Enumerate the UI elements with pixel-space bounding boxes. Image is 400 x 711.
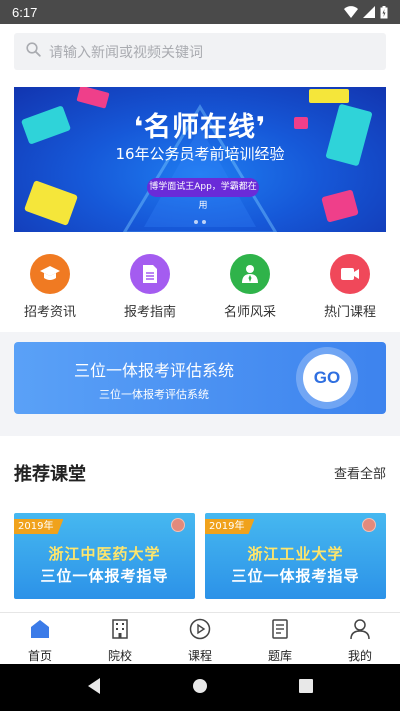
battery-icon bbox=[380, 5, 388, 19]
search-bar-container: 请输入新闻或视频关键词 bbox=[0, 24, 400, 82]
recents-icon[interactable] bbox=[298, 678, 314, 698]
carousel-dot bbox=[202, 220, 206, 224]
quick-item-exam-news[interactable]: 招考资讯 bbox=[0, 232, 100, 332]
profile-icon bbox=[349, 618, 371, 644]
system-nav-bar bbox=[0, 664, 400, 711]
quick-item-guide[interactable]: 报考指南 bbox=[100, 232, 200, 332]
course-school: 浙江中医药大学 bbox=[48, 545, 161, 563]
section-title: 推荐课堂 bbox=[14, 464, 86, 485]
quick-item-label: 热门课程 bbox=[323, 305, 376, 320]
promo-subtitle: 三位一体报考评估系统 bbox=[99, 388, 209, 401]
tab-label: 首页 bbox=[27, 649, 52, 663]
tab-label: 院校 bbox=[107, 649, 132, 663]
search-input[interactable]: 请输入新闻或视频关键词 bbox=[14, 33, 386, 70]
carousel-dot bbox=[194, 220, 198, 224]
course-year-tag: 2019年 bbox=[205, 519, 255, 534]
search-placeholder: 请输入新闻或视频关键词 bbox=[49, 44, 203, 61]
teacher-icon bbox=[230, 254, 270, 294]
signal-icon bbox=[363, 6, 375, 18]
bottom-tab-bar: 首页 院校 课程 题库 我的 bbox=[0, 612, 400, 664]
tab-profile[interactable]: 我的 bbox=[320, 613, 400, 664]
promo-title: 三位一体报考评估系统 bbox=[73, 361, 234, 380]
video-icon bbox=[330, 254, 370, 294]
tab-courses[interactable]: 课程 bbox=[160, 613, 240, 664]
course-title: 三位一体报考指导 bbox=[231, 567, 360, 585]
tab-schools[interactable]: 院校 bbox=[80, 613, 160, 664]
graduation-cap-icon bbox=[30, 254, 70, 294]
course-school: 浙江工业大学 bbox=[247, 545, 344, 563]
quick-item-teachers[interactable]: 名师风采 bbox=[200, 232, 300, 332]
course-year-tag: 2019年 bbox=[14, 519, 64, 534]
status-time: 6:17 bbox=[12, 4, 38, 20]
tab-label: 题库 bbox=[267, 649, 292, 663]
course-card[interactable]: 2019年 浙江中医药大学 三位一体报考指导 bbox=[14, 513, 195, 599]
avatar bbox=[362, 518, 376, 532]
status-bar: 6:17 bbox=[0, 0, 400, 24]
recommended-section-header: 推荐课堂 查看全部 bbox=[0, 436, 400, 506]
tab-label: 课程 bbox=[187, 649, 212, 663]
home-nav-icon[interactable] bbox=[192, 678, 208, 698]
play-icon bbox=[189, 618, 211, 644]
back-icon[interactable] bbox=[86, 677, 102, 699]
document-icon bbox=[130, 254, 170, 294]
carousel-indicator bbox=[194, 220, 206, 224]
tab-label: 我的 bbox=[347, 649, 372, 663]
banner-area: ❛名师在线❜ 16年公务员考前培训经验 博学面试王App，学霸都在用 bbox=[0, 82, 400, 233]
tab-question-bank[interactable]: 题库 bbox=[240, 613, 320, 664]
avatar bbox=[171, 518, 185, 532]
home-icon bbox=[29, 618, 51, 644]
course-card[interactable]: 2019年 浙江工业大学 三位一体报考指导 bbox=[205, 513, 386, 599]
search-icon bbox=[26, 42, 49, 61]
question-bank-icon bbox=[269, 618, 291, 644]
view-all-link[interactable]: 查看全部 bbox=[334, 463, 386, 482]
banner-subtitle: 16年公务员考前培训经验 bbox=[115, 145, 285, 163]
quick-item-label: 名师风采 bbox=[223, 305, 276, 320]
banner-title: ❛名师在线❜ bbox=[133, 112, 267, 143]
quick-menu: 招考资讯 报考指南 名师风采 热门课程 bbox=[0, 232, 400, 332]
course-title: 三位一体报考指导 bbox=[40, 567, 169, 585]
course-list: 2019年 浙江中医药大学 三位一体报考指导 2019年 浙江工业大学 三位一体… bbox=[0, 506, 400, 612]
quick-item-hot-courses[interactable]: 热门课程 bbox=[300, 232, 400, 332]
quick-item-label: 招考资讯 bbox=[23, 305, 76, 320]
banner-pill: 博学面试王App，学霸都在用 bbox=[147, 178, 259, 211]
banner-carousel[interactable]: ❛名师在线❜ 16年公务员考前培训经验 博学面试王App，学霸都在用 bbox=[14, 87, 386, 233]
wifi-icon bbox=[344, 6, 358, 18]
tab-home[interactable]: 首页 bbox=[0, 613, 80, 664]
go-label: GO bbox=[303, 354, 351, 402]
quick-item-label: 报考指南 bbox=[123, 305, 176, 320]
evaluation-system-banner[interactable]: 三位一体报考评估系统 三位一体报考评估系统 GO bbox=[14, 342, 386, 414]
go-button[interactable]: GO bbox=[296, 347, 358, 409]
building-icon bbox=[109, 618, 131, 644]
